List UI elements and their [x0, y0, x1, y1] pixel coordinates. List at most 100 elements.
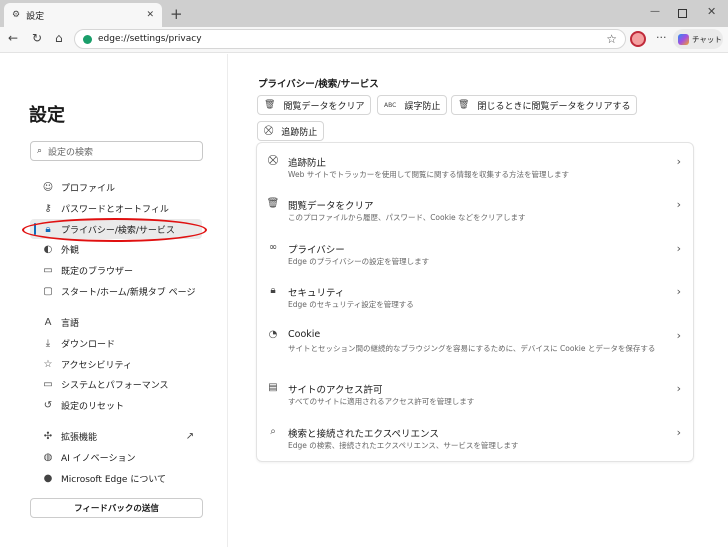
label: 閲覧データをクリア — [283, 101, 365, 112]
url-text[interactable]: edge://settings/privacy — [98, 34, 600, 44]
sidebar-item-accessibility[interactable]: ☆ アクセシビリティ — [30, 354, 202, 374]
more-icon[interactable]: ··· — [656, 31, 667, 44]
chevron-right-icon: › — [676, 426, 681, 439]
desc: サイトとセッション間の継続的なブラウジングを容易にするために、デバイスに Coo… — [288, 344, 656, 353]
spellcheck-button[interactable]: ABC 誤字防止 — [377, 95, 448, 115]
close-window-icon[interactable]: ✕ — [707, 5, 716, 18]
label: パスワードとオートフィル — [61, 204, 169, 215]
sidebar-item-extensions[interactable]: ✣ 拡張機能 ↗ — [30, 426, 202, 446]
minimize-icon[interactable]: — — [650, 6, 660, 17]
incognito-icon: ∞ — [268, 242, 278, 253]
label: 設定のリセット — [61, 401, 125, 412]
reset-icon: ↺ — [43, 399, 53, 411]
desc: すべてのサイトに適用されるアクセス許可を管理します — [288, 397, 475, 406]
tracking-icon: ⛒ — [264, 126, 274, 136]
favorite-star-icon[interactable]: ☆ — [606, 32, 617, 46]
extensions-icon: ✣ — [43, 430, 53, 442]
title: サイトのアクセス許可 — [288, 385, 383, 396]
desc: Web サイトでトラッカーを使用して閲覧に関する情報を収集する方法を管理します — [288, 170, 570, 179]
label: プロファイル — [61, 183, 116, 194]
sidebar-item-appearance[interactable]: ◐ 外観 — [30, 239, 202, 259]
back-icon[interactable]: ← — [8, 31, 18, 45]
label: システムとパフォーマンス — [61, 380, 169, 391]
title: Cookie — [288, 329, 321, 340]
section-title: プライバシー/検索/サービス — [258, 79, 379, 90]
maximize-icon[interactable] — [678, 9, 687, 18]
label: スタート/ホーム/新規タブ ページ — [61, 287, 196, 298]
trash-icon: 🗑︎ — [264, 100, 276, 110]
sidebar-item-ai[interactable]: ◍ AI イノベーション — [30, 447, 202, 467]
chevron-right-icon: › — [676, 285, 681, 298]
sidebar-item-profile[interactable]: ☺ プロファイル — [30, 177, 202, 197]
tracking-icon: ⛒ — [267, 155, 279, 166]
settings-card: ⛒ 追跡防止 Web サイトでトラッカーを使用して閲覧に関する情報を収集する方法を管… — [256, 142, 694, 462]
download-icon: ⤓ — [45, 337, 51, 349]
settings-search-input[interactable]: ⌕ 設定の検索 — [30, 141, 203, 161]
key-icon: ⚷ — [44, 202, 52, 214]
palette-icon: ◐ — [43, 243, 53, 255]
title: 検索と接続されたエクスペリエンス — [288, 429, 439, 440]
home-icon[interactable]: ⌂ — [55, 31, 63, 45]
sidebar-item-downloads[interactable]: ⤓ ダウンロード — [30, 333, 202, 353]
edge-icon — [83, 34, 92, 44]
language-icon: A — [44, 316, 52, 328]
close-tab-icon[interactable]: ✕ — [146, 10, 154, 20]
highlight-oval — [22, 218, 207, 242]
title: 閲覧データをクリア — [288, 201, 374, 212]
copilot-icon — [678, 33, 689, 45]
desc: Edge のプライバシーの設定を管理します — [288, 257, 430, 266]
label: 言語 — [61, 318, 80, 329]
trash-clock-icon: 🗑︎ — [458, 100, 470, 110]
search-icon: ⌕ — [270, 426, 276, 437]
label: 既定のブラウザー — [61, 266, 134, 277]
chat-label: チャット — [692, 34, 722, 44]
label: 拡張機能 — [61, 432, 98, 443]
cookie-icon: ◔ — [268, 329, 278, 340]
title: 追跡防止 — [288, 158, 327, 169]
browser-icon: ▭ — [43, 264, 53, 276]
accessibility-icon: ☆ — [43, 358, 53, 370]
label: 外観 — [61, 245, 80, 256]
search-icon: ⌕ — [37, 146, 43, 156]
external-link-icon: ↗ — [185, 430, 195, 442]
address-bar[interactable]: edge://settings/privacy ☆ — [74, 29, 626, 49]
title: プライバシー — [288, 245, 345, 256]
desc: Edge のセキュリティ設定を管理する — [288, 300, 414, 309]
tracking-prevention-button[interactable]: ⛒ 追跡防止 — [257, 121, 325, 141]
title: セキュリティ — [288, 288, 345, 299]
sidebar-item-start-home[interactable]: ▢ スタート/ホーム/新規タブ ページ — [30, 281, 202, 301]
laptop-icon: ▭ — [43, 378, 53, 390]
gear-icon: ⚙ — [12, 10, 21, 20]
ai-icon: ◍ — [43, 451, 53, 463]
edge-icon: ● — [43, 472, 53, 484]
sidebar-item-passwords[interactable]: ⚷ パスワードとオートフィル — [30, 198, 202, 218]
desc: Edge の検索、接続されたエクスペリエンス、サービスを管理します — [288, 441, 519, 450]
copilot-chat-button[interactable]: チャット — [673, 29, 723, 49]
chevron-right-icon: › — [676, 382, 681, 395]
label: 誤字防止 — [404, 101, 441, 112]
sidebar-item-system[interactable]: ▭ システムとパフォーマンス — [30, 374, 202, 394]
chevron-right-icon: › — [676, 242, 681, 255]
lock-icon: 🔒︎ — [270, 285, 276, 296]
clear-on-close-button[interactable]: 🗑︎ 閉じるときに閲覧データをクリアする — [451, 95, 638, 115]
chevron-right-icon: › — [676, 198, 681, 211]
sidebar-item-reset[interactable]: ↺ 設定のリセット — [30, 395, 202, 415]
tab-settings[interactable]: ⚙ 設定 ✕ — [4, 3, 162, 27]
feedback-button[interactable]: フィードバックの送信 — [30, 498, 203, 518]
new-tab-icon[interactable]: + — [170, 5, 183, 23]
search-placeholder: 設定の検索 — [48, 147, 94, 158]
label: Microsoft Edge について — [61, 474, 167, 485]
tab-title: 設定 — [26, 11, 45, 22]
trash-icon: 🗑︎ — [266, 198, 280, 209]
clear-browsing-data-button[interactable]: 🗑︎ 閲覧データをクリア — [257, 95, 372, 115]
sidebar-item-language[interactable]: A 言語 — [30, 312, 202, 332]
label: 閉じるときに閲覧データをクリアする — [477, 101, 631, 112]
chevron-right-icon: › — [676, 155, 681, 168]
label: アクセシビリティ — [61, 360, 133, 371]
sidebar-item-about[interactable]: ● Microsoft Edge について — [30, 468, 202, 488]
desc: このプロファイルから履歴、パスワード、Cookie などをクリアします — [288, 213, 526, 222]
avatar[interactable] — [630, 31, 646, 47]
sidebar-item-default-browser[interactable]: ▭ 既定のブラウザー — [30, 260, 202, 280]
spellcheck-icon: ABC — [384, 101, 397, 109]
refresh-icon[interactable]: ↻ — [32, 31, 42, 45]
